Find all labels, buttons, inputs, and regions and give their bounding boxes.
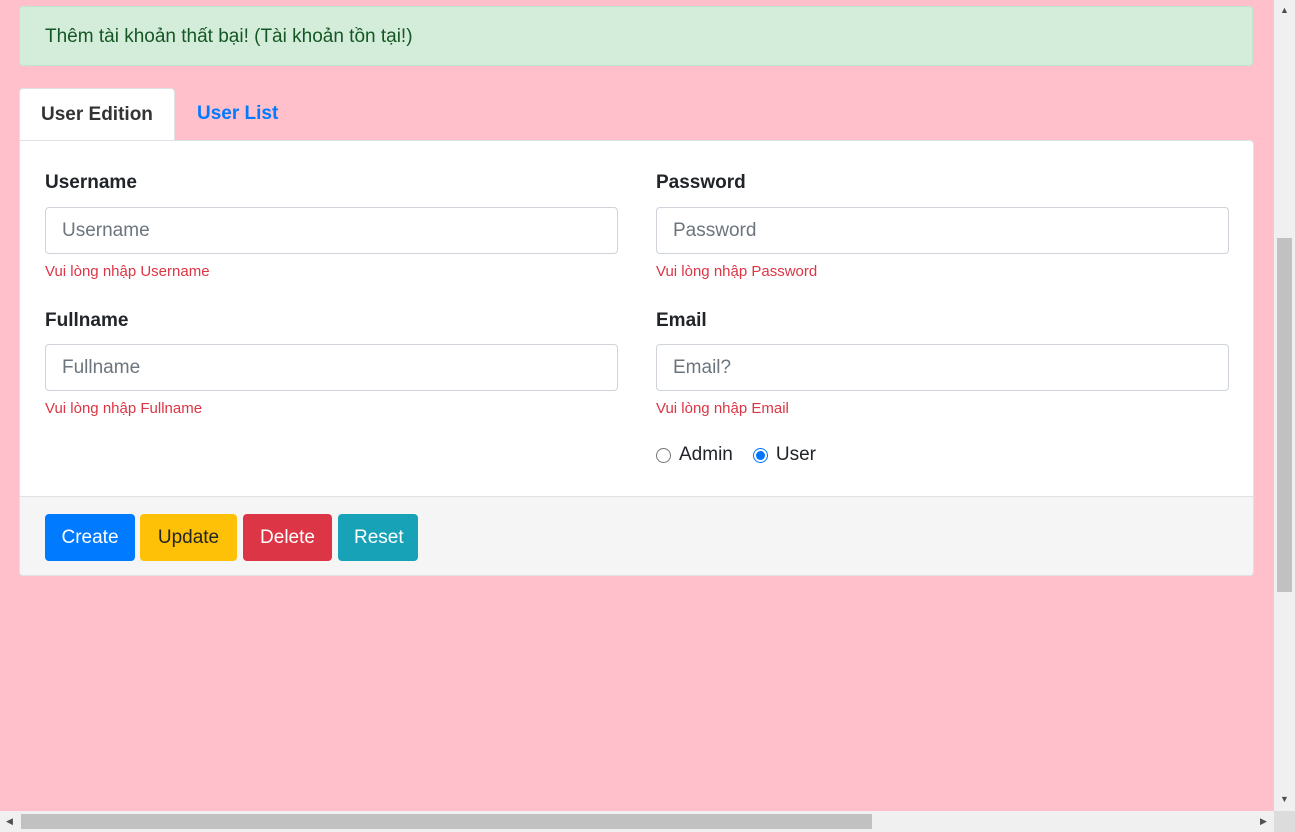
role-user-option[interactable]: User (752, 444, 816, 466)
scroll-down-icon[interactable]: ▼ (1280, 795, 1289, 804)
username-error: Vui lòng nhập Username (45, 263, 210, 280)
role-radio-group: Admin User (656, 444, 836, 466)
horizontal-scroll-thumb[interactable] (21, 814, 872, 829)
role-admin-option[interactable]: Admin (656, 444, 733, 466)
username-input[interactable] (45, 207, 618, 254)
card-footer: Create Update Delete Reset (20, 496, 1253, 575)
role-admin-radio[interactable] (656, 447, 671, 463)
role-user-label: User (775, 444, 816, 465)
tab-user-edition[interactable]: User Edition (19, 88, 175, 141)
scroll-left-icon[interactable]: ◀ (6, 817, 13, 826)
username-label: Username (45, 172, 137, 193)
fullname-input[interactable] (45, 344, 618, 391)
tab-user-list[interactable]: User List (176, 88, 299, 140)
page-viewport: Thêm tài khoản thất bại! (Tài khoản tồn … (0, 0, 1274, 811)
scrollbar-corner (1274, 811, 1295, 832)
password-label: Password (656, 172, 746, 193)
email-error: Vui lòng nhập Email (656, 400, 789, 417)
vertical-scroll-thumb[interactable] (1277, 238, 1292, 592)
fullname-error: Vui lòng nhập Fullname (45, 400, 203, 417)
update-button[interactable]: Update (140, 514, 237, 561)
password-error: Vui lòng nhập Password (656, 263, 818, 280)
role-user-radio[interactable] (752, 447, 768, 463)
delete-button[interactable]: Delete (243, 514, 332, 561)
email-input[interactable] (656, 344, 1229, 391)
scroll-right-icon[interactable]: ▶ (1260, 817, 1267, 826)
reset-button[interactable]: Reset (338, 514, 418, 561)
role-admin-label: Admin (679, 444, 733, 465)
user-edition-card: Username Vui lòng nhập Username Password… (19, 140, 1254, 576)
alert-message: Thêm tài khoản thất bại! (Tài khoản tồn … (45, 26, 413, 47)
password-input[interactable] (656, 207, 1229, 254)
fullname-label: Fullname (45, 310, 129, 331)
create-button[interactable]: Create (45, 514, 135, 561)
tab-bar: User Edition User List (19, 88, 1254, 141)
error-alert: Thêm tài khoản thất bại! (Tài khoản tồn … (19, 6, 1253, 66)
email-label: Email (656, 310, 707, 331)
scroll-up-icon[interactable]: ▲ (1280, 6, 1289, 15)
